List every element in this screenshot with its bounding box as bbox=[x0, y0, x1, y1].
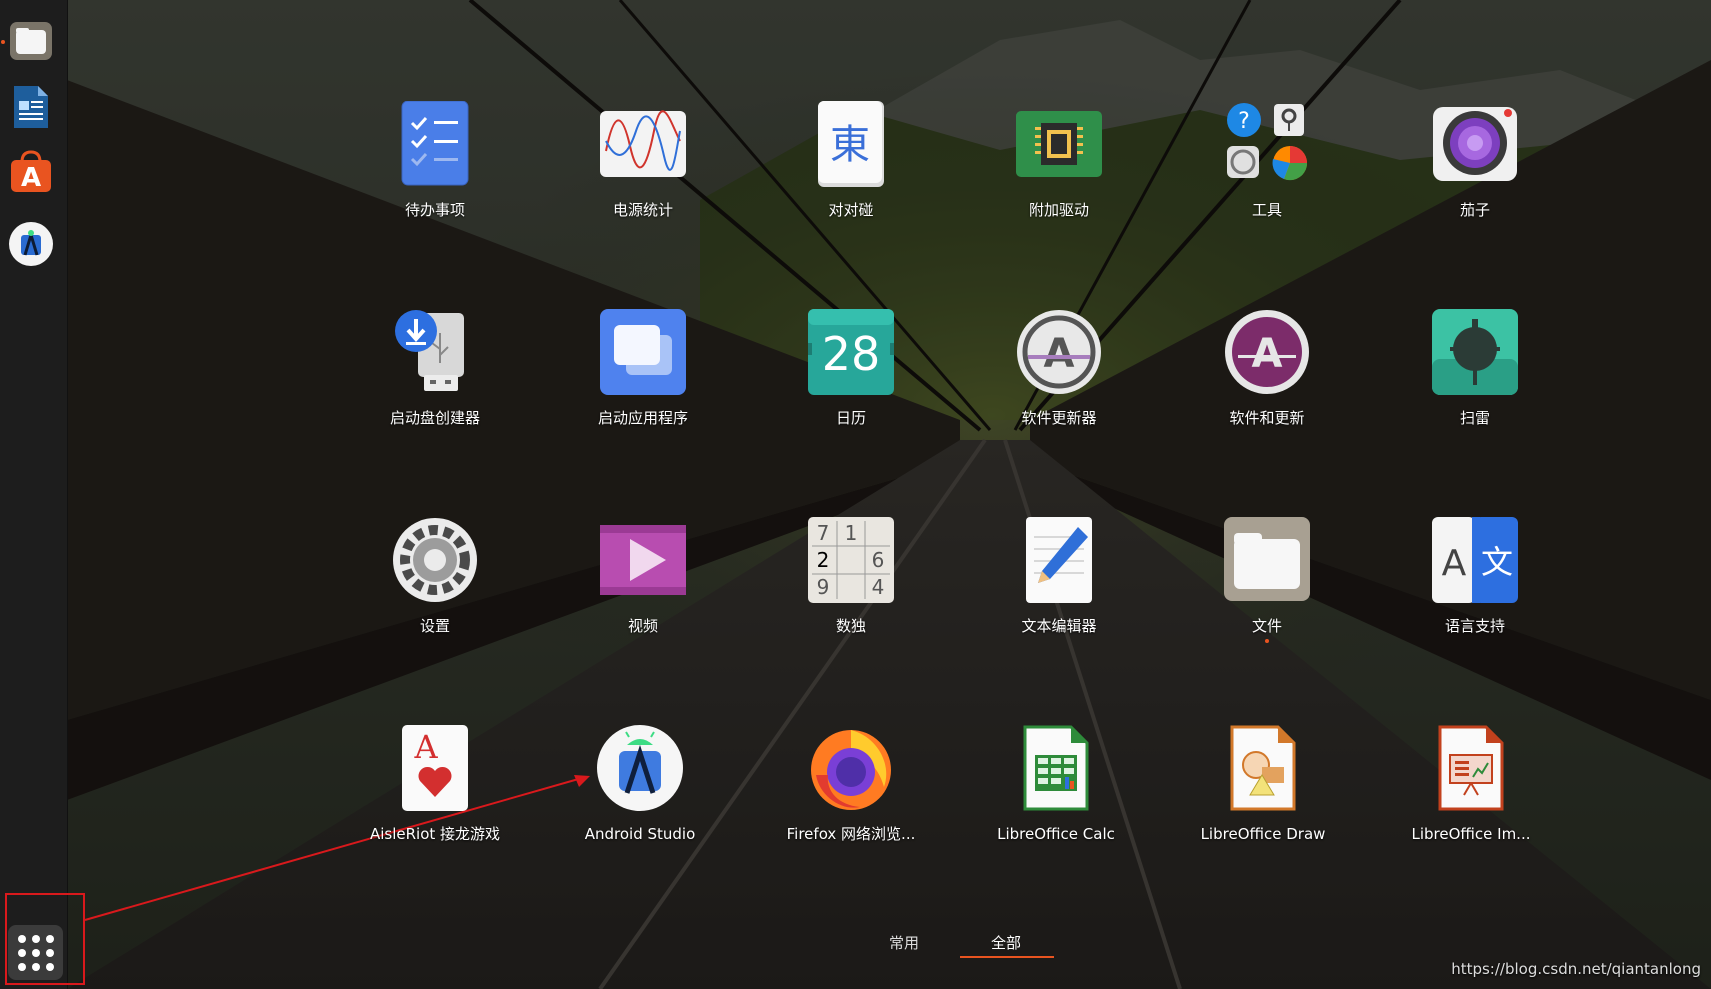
sudoku-digit: 4 bbox=[872, 575, 885, 599]
app-settings[interactable]: 设置 bbox=[340, 517, 530, 635]
language-glyph-latin: A bbox=[1442, 543, 1467, 584]
software-properties-icon: A bbox=[1225, 310, 1309, 394]
app-usb-creator[interactable]: 启动盘创建器 bbox=[340, 309, 530, 427]
language-glyph-cjk: 文 bbox=[1481, 543, 1513, 581]
updater-glyph: A bbox=[1044, 331, 1075, 377]
app-label: LibreOffice Im... bbox=[1411, 825, 1531, 843]
app-label: AisleRiot 接龙游戏 bbox=[369, 825, 501, 843]
language-icon: A 文 bbox=[1432, 517, 1518, 603]
tab-all[interactable]: 全部 bbox=[991, 932, 1021, 953]
folder-icon bbox=[1224, 517, 1310, 601]
running-indicator bbox=[1265, 639, 1269, 643]
sudoku-digit: 9 bbox=[817, 575, 830, 599]
power-statistics-icon bbox=[600, 110, 686, 177]
todo-icon bbox=[401, 100, 469, 186]
app-label: 软件和更新 bbox=[1229, 409, 1305, 427]
app-libreoffice-draw[interactable]: LibreOffice Draw bbox=[1168, 725, 1358, 843]
tab-active-indicator bbox=[960, 956, 1054, 958]
libreoffice-calc-icon bbox=[1023, 725, 1089, 811]
app-text-editor[interactable]: 文本编辑器 bbox=[964, 517, 1154, 635]
card-letter: A bbox=[413, 728, 438, 766]
app-label: 待办事项 bbox=[404, 201, 465, 219]
app-mahjongg[interactable]: 東 对对碰 bbox=[756, 101, 946, 219]
calendar-day-glyph: 28 bbox=[822, 327, 881, 381]
mahjongg-icon: 東 bbox=[818, 101, 884, 187]
android-studio-icon bbox=[597, 725, 683, 811]
app-android-studio[interactable]: Android Studio bbox=[545, 725, 735, 843]
sudoku-digit: 7 bbox=[817, 521, 830, 545]
app-software-properties[interactable]: A 软件和更新 bbox=[1172, 309, 1362, 427]
firefox-icon bbox=[811, 730, 891, 810]
app-sudoku[interactable]: 7 1 2 6 9 4 数独 bbox=[756, 517, 946, 635]
app-label: Firefox 网络浏览... bbox=[786, 825, 916, 843]
app-label: 软件更新器 bbox=[1021, 409, 1097, 427]
chip-icon bbox=[1016, 111, 1102, 177]
app-label: 启动盘创建器 bbox=[389, 409, 480, 427]
solitaire-icon: A bbox=[402, 725, 468, 811]
settings-gear-icon bbox=[393, 518, 477, 602]
sudoku-digit: 1 bbox=[845, 521, 858, 545]
app-videos[interactable]: 视频 bbox=[548, 517, 738, 635]
app-label: 茄子 bbox=[1459, 201, 1490, 219]
app-mines[interactable]: 扫雷 bbox=[1380, 309, 1570, 427]
app-label: 电源统计 bbox=[612, 201, 673, 219]
app-todo[interactable]: 待办事项 bbox=[340, 100, 530, 219]
usb-creator-icon bbox=[395, 310, 464, 391]
app-aisleriot[interactable]: A AisleRiot 接龙游戏 bbox=[340, 725, 530, 843]
app-startup-applications[interactable]: 启动应用程序 bbox=[548, 309, 738, 427]
app-label: 设置 bbox=[419, 617, 450, 635]
software-updater-icon: A bbox=[1017, 310, 1101, 394]
app-label: LibreOffice Calc bbox=[997, 825, 1115, 843]
app-label: 文件 bbox=[1251, 617, 1282, 635]
app-libreoffice-impress[interactable]: LibreOffice Im... bbox=[1376, 725, 1566, 843]
app-label: 附加驱动 bbox=[1028, 201, 1089, 219]
app-libreoffice-calc[interactable]: LibreOffice Calc bbox=[961, 725, 1151, 843]
sudoku-digit: 2 bbox=[817, 548, 830, 572]
app-label: 文本编辑器 bbox=[1021, 617, 1097, 635]
app-label: 日历 bbox=[835, 409, 866, 427]
app-label: LibreOffice Draw bbox=[1200, 825, 1326, 843]
app-label: 数独 bbox=[835, 617, 866, 635]
calendar-icon: 28 bbox=[808, 309, 894, 395]
app-firefox[interactable]: Firefox 网络浏览... bbox=[756, 725, 946, 843]
sudoku-digit: 6 bbox=[872, 548, 885, 572]
app-label: 工具 bbox=[1251, 201, 1282, 219]
app-language-support[interactable]: A 文 语言支持 bbox=[1380, 517, 1570, 635]
app-label: 视频 bbox=[627, 617, 658, 635]
app-additional-drivers[interactable]: 附加驱动 bbox=[964, 101, 1154, 219]
app-label: 对对碰 bbox=[828, 201, 874, 219]
libreoffice-impress-icon bbox=[1438, 725, 1504, 811]
text-editor-icon bbox=[1026, 517, 1092, 603]
app-label: Android Studio bbox=[584, 825, 696, 843]
app-files[interactable]: 文件 bbox=[1172, 517, 1362, 643]
camera-icon bbox=[1433, 107, 1517, 181]
tab-frequent[interactable]: 常用 bbox=[889, 932, 919, 953]
app-utilities-folder[interactable]: ? 工具 bbox=[1172, 101, 1362, 219]
sudoku-icon: 7 1 2 6 9 4 bbox=[808, 517, 894, 603]
app-label: 启动应用程序 bbox=[597, 409, 688, 427]
app-cheese[interactable]: 茄子 bbox=[1380, 101, 1570, 219]
mahjongg-glyph: 東 bbox=[830, 122, 870, 168]
watermark: https://blog.csdn.net/qiantanlong bbox=[1451, 960, 1701, 978]
app-label: 语言支持 bbox=[1444, 617, 1505, 635]
libreoffice-draw-icon bbox=[1230, 725, 1296, 811]
app-software-updater[interactable]: A 软件更新器 bbox=[964, 309, 1154, 427]
startup-apps-icon bbox=[600, 309, 686, 395]
help-glyph: ? bbox=[1238, 109, 1250, 134]
mines-icon bbox=[1432, 309, 1518, 395]
utilities-folder-icon: ? bbox=[1227, 103, 1308, 181]
app-label: 扫雷 bbox=[1459, 409, 1490, 427]
app-calendar[interactable]: 28 日历 bbox=[756, 309, 946, 427]
app-power-statistics[interactable]: 电源统计 bbox=[548, 101, 738, 219]
video-player-icon bbox=[600, 525, 686, 595]
properties-glyph: A bbox=[1252, 331, 1283, 377]
